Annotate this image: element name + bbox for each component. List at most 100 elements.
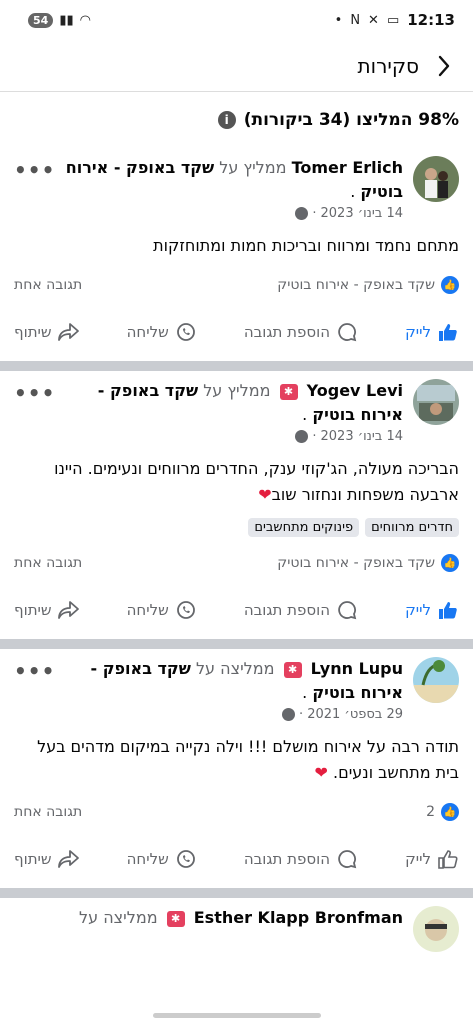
reaction-label[interactable]: שקד באופק - אירוח בוטיק	[277, 277, 435, 293]
avatar[interactable]	[413, 156, 459, 202]
reaction-count[interactable]: 2	[426, 804, 435, 820]
comment-button[interactable]: הוספת תגובה	[244, 848, 358, 870]
review-tag: חדרים מרווחים	[365, 518, 459, 537]
back-arrow-icon[interactable]	[433, 55, 455, 77]
like-button[interactable]: לייק	[405, 848, 459, 870]
signal-icon: ▮▮	[59, 12, 74, 28]
section-divider	[0, 639, 473, 649]
like-button[interactable]: לייק	[405, 599, 459, 621]
recommendation-badge-icon: ✱	[166, 910, 185, 927]
notification-count-badge: 54	[28, 12, 54, 28]
review-tag: פינוקים מתחשבים	[248, 518, 360, 537]
share-button[interactable]: שיתוף	[14, 599, 80, 621]
review-text: הבריכה מעולה, הג'קוזי ענק, החדרים מרווחי…	[14, 456, 459, 508]
thumbs-up-icon	[437, 599, 459, 621]
thumbs-up-icon	[437, 321, 459, 343]
review-stats: 👍 שקד באופק - אירוח בוטיק תגובה אחת	[14, 551, 459, 575]
status-right: • N ✕ ▭ 12:13	[335, 11, 455, 29]
nfc-icon: N	[350, 12, 361, 28]
review-verb: ממליץ על	[203, 381, 271, 400]
wifi-icon: ◠	[79, 12, 91, 28]
share-button[interactable]: שיתוף	[14, 848, 80, 870]
review-date: 29 בספט׳ 2021	[307, 707, 403, 722]
review-text-content: הבריכה מעולה, הג'קוזי ענק, החדרים מרווחי…	[54, 459, 459, 504]
comment-icon	[336, 321, 358, 343]
send-button[interactable]: שליחה	[127, 599, 197, 621]
review-tags: חדרים מרווחים פינוקים מתחשבים	[14, 518, 459, 537]
review-text: תודה רבה על אירוח מושלם !!! וילה נקייה ב…	[14, 734, 459, 786]
reply-count[interactable]: תגובה אחת	[14, 277, 82, 293]
heart-emoji-icon: ❤	[258, 485, 272, 504]
review-text-content: תודה רבה על אירוח מושלם !!! וילה נקייה ב…	[37, 737, 459, 782]
avatar[interactable]	[413, 657, 459, 703]
action-bar: לייק הוספת תגובה שליחה שיתוף	[14, 581, 459, 639]
review-stats: 👍 שקד באופק - אירוח בוטיק תגובה אחת	[14, 273, 459, 297]
comment-button[interactable]: הוספת תגובה	[244, 599, 358, 621]
review-card: Esther Klapp Bronfman ✱ ממליצה על	[0, 898, 473, 952]
comment-button[interactable]: הוספת תגובה	[244, 321, 358, 343]
clock: 12:13	[407, 11, 455, 29]
reviewer-name[interactable]: Yogev Levi	[307, 381, 403, 400]
review-verb: ממליצה על	[79, 908, 158, 927]
recommendation-badge-icon: ✱	[283, 661, 302, 678]
share-icon	[57, 321, 80, 343]
section-divider	[0, 361, 473, 371]
status-left: 54 ▮▮ ◠	[28, 12, 91, 28]
share-icon	[57, 599, 80, 621]
globe-icon	[282, 708, 296, 721]
whatsapp-icon	[175, 321, 197, 343]
like-button[interactable]: לייק	[405, 321, 459, 343]
thumbs-up-outline-icon	[437, 848, 459, 870]
like-reaction-icon: 👍	[441, 803, 459, 821]
avatar[interactable]	[413, 906, 459, 952]
reviewer-name[interactable]: Esther Klapp Bronfman	[194, 908, 403, 927]
share-button[interactable]: שיתוף	[14, 321, 80, 343]
review-verb: ממליץ על	[219, 158, 287, 177]
whatsapp-icon	[175, 848, 197, 870]
gesture-home-bar[interactable]	[152, 1013, 321, 1018]
share-icon	[57, 848, 80, 870]
review-stats: 👍 2 תגובה אחת	[14, 800, 459, 824]
recommend-summary: i 98% המליצו (34 ביקורות)	[0, 92, 473, 148]
info-icon[interactable]: i	[217, 111, 236, 129]
review-meta: 14 בינו׳ 2023 ·	[14, 429, 403, 444]
mute-icon: ✕	[368, 12, 379, 28]
avatar[interactable]	[413, 379, 459, 425]
page-title: סקירות	[357, 53, 419, 78]
review-text: מתחם נחמד ומרווח ובריכות חמות ומתוחזקות	[153, 236, 459, 255]
review-card: Tomer Erlich ממליץ על שקד באופק - אירוח …	[0, 148, 473, 361]
more-options-icon[interactable]: •••	[14, 659, 55, 683]
reply-count[interactable]: תגובה אחת	[14, 804, 82, 820]
send-button[interactable]: שליחה	[127, 321, 197, 343]
battery-icon: ▭	[386, 12, 400, 28]
globe-icon	[295, 207, 309, 220]
like-reaction-icon: 👍	[441, 276, 459, 294]
reviewer-name[interactable]: Tomer Erlich	[292, 158, 403, 177]
dot-icon: •	[334, 12, 343, 28]
more-options-icon[interactable]: •••	[14, 381, 55, 405]
summary-text: 98% המליצו (34 ביקורות)	[243, 110, 459, 130]
reaction-label[interactable]: שקד באופק - אירוח בוטיק	[277, 555, 435, 571]
recommendation-badge-icon: ✱	[279, 383, 298, 400]
review-verb: ממליצה על	[195, 659, 275, 678]
review-date: 14 בינו׳ 2023	[320, 429, 403, 444]
section-divider	[0, 888, 473, 898]
app-header: סקירות	[0, 40, 473, 92]
send-button[interactable]: שליחה	[127, 848, 197, 870]
reply-count[interactable]: תגובה אחת	[14, 555, 82, 571]
action-bar: לייק הוספת תגובה שליחה שיתוף	[14, 303, 459, 361]
status-bar: 54 ▮▮ ◠ • N ✕ ▭ 12:13	[0, 0, 473, 40]
whatsapp-icon	[175, 599, 197, 621]
comment-icon	[336, 599, 358, 621]
globe-icon	[295, 430, 309, 443]
reviewer-name[interactable]: Lynn Lupu	[311, 659, 403, 678]
like-reaction-icon: 👍	[441, 554, 459, 572]
review-card: Yogev Levi ✱ ממליץ על שקד באופק - אירוח …	[0, 371, 473, 639]
heart-emoji-icon: ❤	[314, 763, 328, 782]
review-card: Lynn Lupu ✱ ממליצה על שקד באופק - אירוח …	[0, 649, 473, 888]
review-meta: 14 בינו׳ 2023 ·	[14, 206, 403, 221]
review-date: 14 בינו׳ 2023	[320, 206, 403, 221]
comment-icon	[336, 848, 358, 870]
more-options-icon[interactable]: •••	[14, 158, 55, 182]
review-meta: 29 בספט׳ 2021 ·	[14, 707, 403, 722]
